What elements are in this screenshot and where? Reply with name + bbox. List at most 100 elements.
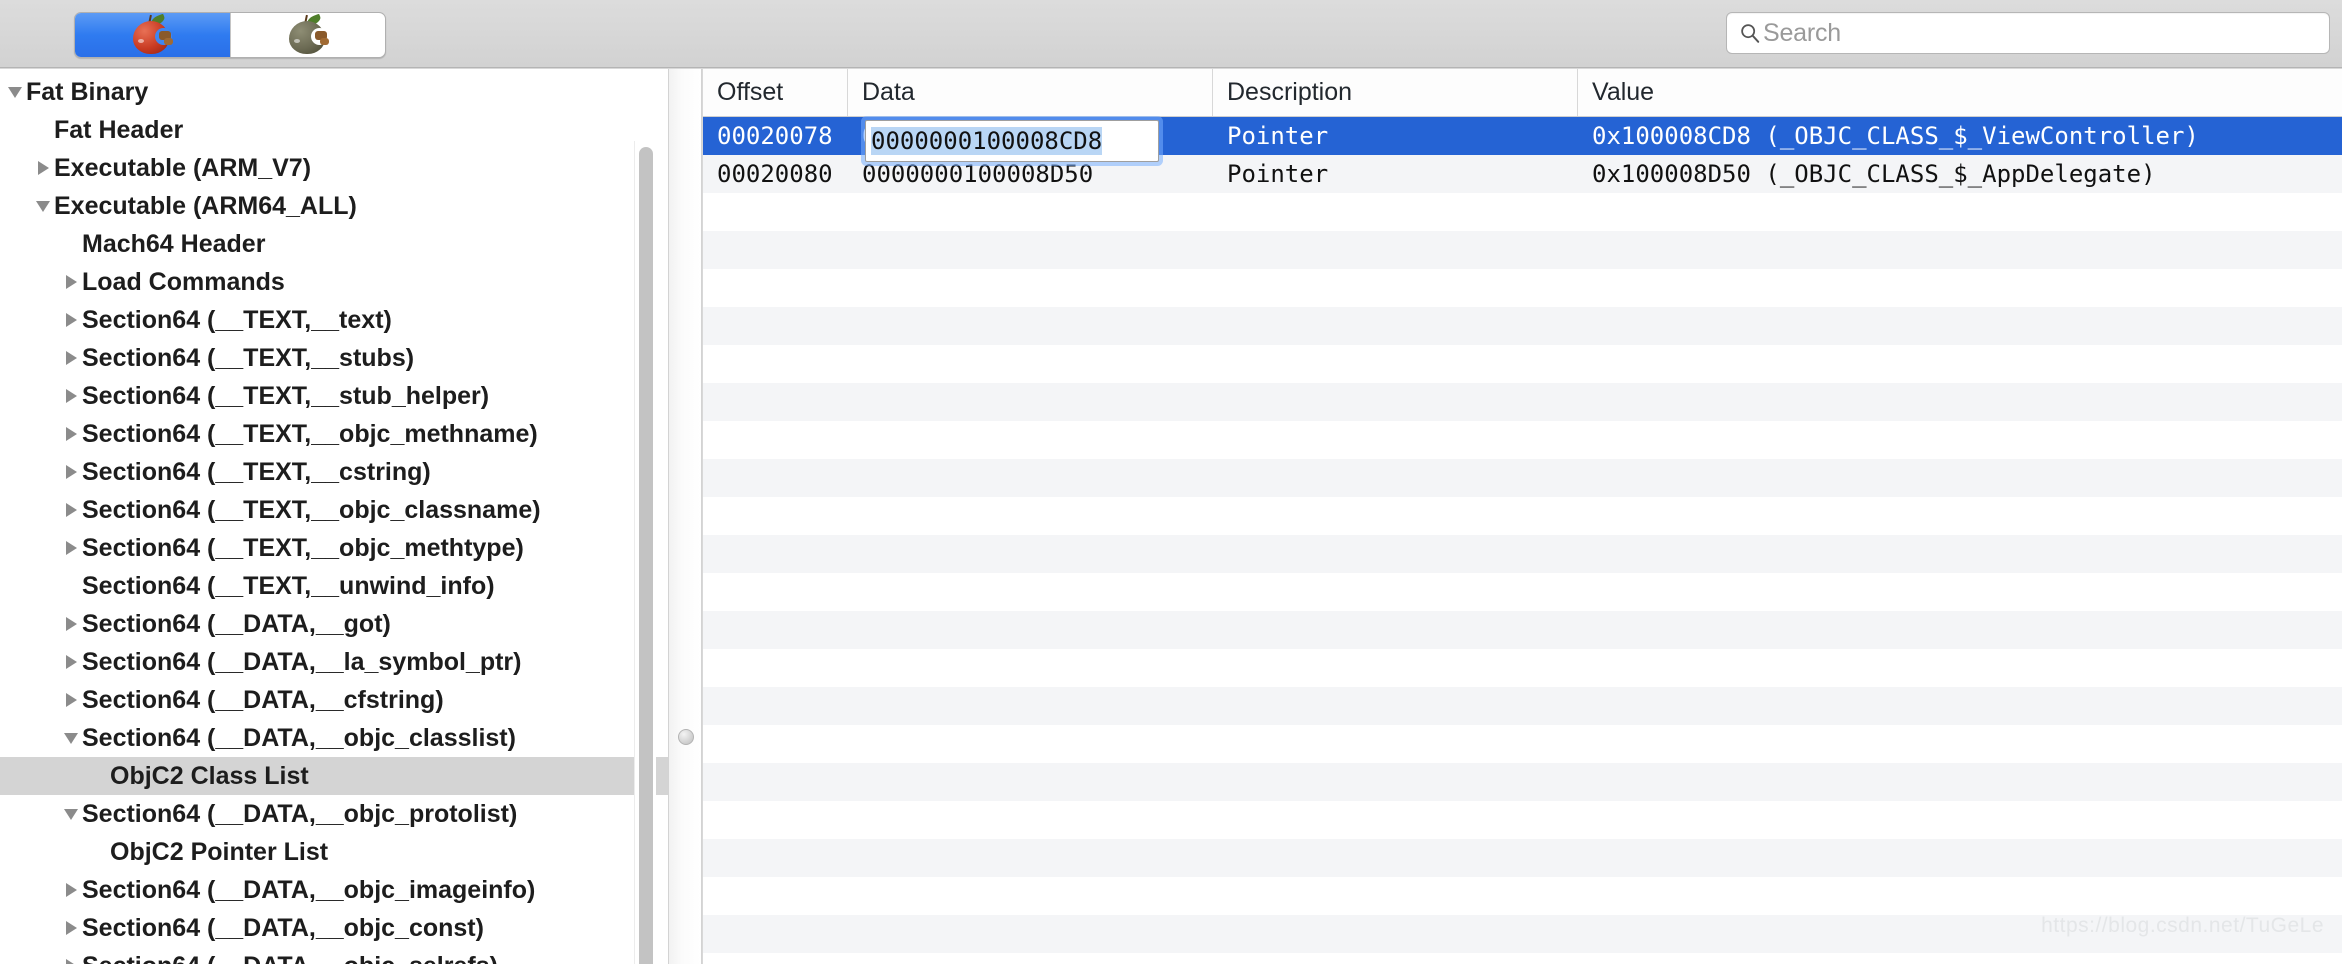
cell-offset[interactable]: 00020078 (703, 122, 848, 150)
tree-item[interactable]: Executable (ARM_V7) (0, 149, 668, 187)
tree-item[interactable]: Executable (ARM64_ALL) (0, 187, 668, 225)
cell-data[interactable]: 0000000100008D50 (848, 160, 1213, 188)
tree-item[interactable]: Section64 (__DATA,__objc_selrefs) (0, 947, 668, 964)
disclosure-triangle (65, 693, 77, 707)
table-row-empty[interactable] (703, 497, 2342, 535)
table-row-empty[interactable] (703, 383, 2342, 421)
table-row-empty[interactable] (703, 763, 2342, 801)
data-cell-edit-input[interactable]: 0000000100008CD8 (865, 120, 1159, 162)
chevron-right-icon[interactable] (60, 427, 82, 441)
chevron-right-icon[interactable] (60, 617, 82, 631)
cell-offset[interactable]: 00020080 (703, 160, 848, 188)
tree-item[interactable]: Section64 (__TEXT,__stub_helper) (0, 377, 668, 415)
column-header-offset[interactable]: Offset (703, 69, 848, 116)
tree-item[interactable]: Section64 (__TEXT,__objc_classname) (0, 491, 668, 529)
search-field[interactable]: Search (1726, 12, 2330, 54)
tree-item[interactable]: Section64 (__DATA,__objc_imageinfo) (0, 871, 668, 909)
tree-item[interactable]: Section64 (__TEXT,__objc_methtype) (0, 529, 668, 567)
chevron-down-icon[interactable] (60, 808, 82, 820)
table-row-empty[interactable] (703, 573, 2342, 611)
disclosure-triangle (65, 883, 77, 897)
cell-description[interactable]: Pointer (1213, 160, 1578, 188)
chevron-down-icon[interactable] (32, 200, 54, 212)
chevron-right-icon[interactable] (60, 921, 82, 935)
table-row-empty[interactable] (703, 345, 2342, 383)
tree-item[interactable]: Section64 (__DATA,__la_symbol_ptr) (0, 643, 668, 681)
chevron-right-icon[interactable] (60, 313, 82, 327)
chevron-right-icon[interactable] (32, 161, 54, 175)
table-row-empty[interactable] (703, 611, 2342, 649)
column-header-data[interactable]: Data (848, 69, 1213, 116)
chevron-right-icon[interactable] (60, 959, 82, 964)
table-row-empty[interactable] (703, 687, 2342, 725)
table-row-empty[interactable] (703, 193, 2342, 231)
tree-item-label: Section64 (__DATA,__objc_protolist) (82, 799, 518, 828)
tree-item[interactable]: Section64 (__DATA,__got) (0, 605, 668, 643)
column-header-description[interactable]: Description (1213, 69, 1578, 116)
cell-value[interactable]: 0x100008CD8 (_OBJC_CLASS_$_ViewControlle… (1578, 122, 2342, 150)
table-row-empty[interactable] (703, 801, 2342, 839)
tree-item[interactable]: Section64 (__TEXT,__unwind_info) (0, 567, 668, 605)
cell-value[interactable]: 0x100008D50 (_OBJC_CLASS_$_AppDelegate) (1578, 160, 2342, 188)
table-row-empty[interactable] (703, 915, 2342, 953)
search-icon (1741, 24, 1760, 43)
disclosure-triangle (64, 732, 78, 744)
tree-item[interactable]: ObjC2 Pointer List (0, 833, 668, 871)
splitter-handle-icon[interactable] (678, 729, 694, 745)
tree-item[interactable]: Section64 (__TEXT,__objc_methname) (0, 415, 668, 453)
chevron-right-icon[interactable] (60, 503, 82, 517)
tree-item[interactable]: Section64 (__DATA,__objc_classlist) (0, 719, 668, 757)
chevron-right-icon[interactable] (60, 693, 82, 707)
chevron-right-icon[interactable] (60, 389, 82, 403)
chevron-right-icon[interactable] (60, 541, 82, 555)
tree-item[interactable]: Section64 (__TEXT,__text) (0, 301, 668, 339)
tree-item[interactable]: Fat Header (0, 111, 668, 149)
table-row-empty[interactable] (703, 953, 2342, 964)
data-table[interactable]: OffsetDataDescriptionValue 0002007800000… (703, 69, 2342, 964)
tree-item[interactable]: Fat Binary (0, 73, 668, 111)
tree-item[interactable]: Mach64 Header (0, 225, 668, 263)
table-header-row[interactable]: Offset Data Description Value (703, 69, 2342, 117)
tree-item-label: Section64 (__TEXT,__stub_helper) (82, 381, 490, 410)
sidebar-scrollbar[interactable] (634, 141, 656, 964)
chevron-right-icon[interactable] (60, 351, 82, 365)
chevron-down-icon[interactable] (60, 732, 82, 744)
table-row-empty[interactable] (703, 535, 2342, 573)
tree-item[interactable]: Section64 (__DATA,__cfstring) (0, 681, 668, 719)
chevron-down-icon[interactable] (4, 86, 26, 98)
table-row-empty[interactable] (703, 877, 2342, 915)
binary-structure-tree[interactable]: Fat Binary Fat Header Executable (ARM_V7) E… (0, 69, 668, 964)
sidebar-scrollbar-thumb[interactable] (639, 147, 653, 964)
table-row-empty[interactable] (703, 649, 2342, 687)
chevron-right-icon[interactable] (60, 275, 82, 289)
column-header-value[interactable]: Value (1578, 69, 2342, 116)
table-row-empty[interactable] (703, 231, 2342, 269)
table-row-empty[interactable] (703, 421, 2342, 459)
cell-description[interactable]: Pointer (1213, 122, 1578, 150)
table-row-empty[interactable] (703, 459, 2342, 497)
disclosure-triangle (8, 86, 22, 98)
pane-splitter[interactable] (668, 69, 702, 964)
apple-gray-segment[interactable] (229, 13, 386, 57)
table-row-empty[interactable] (703, 269, 2342, 307)
table-body[interactable]: 00020078 0000000100008CD8 Pointer0x100008C… (703, 117, 2342, 964)
tree-item[interactable]: Section64 (__DATA,__objc_const) (0, 909, 668, 947)
tree-item[interactable]: Section64 (__TEXT,__stubs) (0, 339, 668, 377)
table-row-empty[interactable] (703, 307, 2342, 345)
tree-item[interactable]: Section64 (__DATA,__objc_protolist) (0, 795, 668, 833)
table-row-empty[interactable] (703, 725, 2342, 763)
navigator-sidebar[interactable]: Fat Binary Fat Header Executable (ARM_V7) E… (0, 69, 668, 964)
apple-red-segment[interactable] (75, 13, 230, 57)
tree-item[interactable]: Section64 (__TEXT,__cstring) (0, 453, 668, 491)
disclosure-triangle (65, 959, 77, 964)
chevron-right-icon[interactable] (60, 465, 82, 479)
architecture-segmented-control[interactable] (74, 12, 386, 58)
tree-item-label: Section64 (__DATA,__objc_const) (82, 913, 484, 942)
disclosure-triangle (65, 389, 77, 403)
chevron-right-icon[interactable] (60, 883, 82, 897)
column-header-label: Description (1227, 78, 1353, 106)
table-row-empty[interactable] (703, 839, 2342, 877)
chevron-right-icon[interactable] (60, 655, 82, 669)
tree-item[interactable]: ObjC2 Class List (0, 757, 668, 795)
tree-item[interactable]: Load Commands (0, 263, 668, 301)
